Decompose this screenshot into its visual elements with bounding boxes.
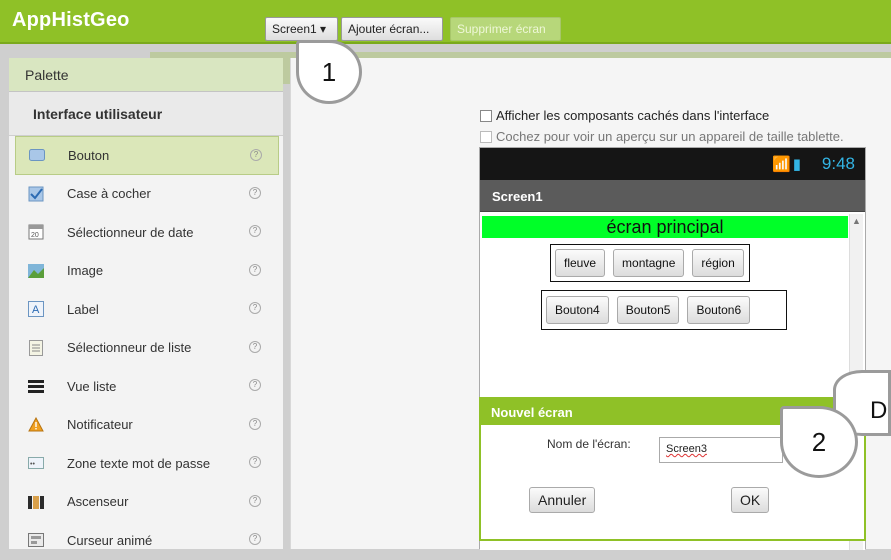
checkbox-icon — [27, 186, 45, 202]
phone-status-bar: 📶▮ 9:48 — [480, 148, 865, 180]
warning-icon — [27, 417, 45, 433]
region-button[interactable]: région — [692, 249, 744, 277]
main-screen-label[interactable]: écran principal — [482, 216, 848, 238]
help-icon[interactable]: ? — [249, 533, 261, 545]
palette-item-date-picker[interactable]: 20 Sélectionneur de date ? — [9, 213, 283, 252]
help-icon[interactable]: ? — [249, 494, 261, 507]
palette-item-image[interactable]: Image ? — [9, 252, 283, 291]
palette-item-label: Curseur animé — [67, 532, 153, 548]
list-view-icon — [27, 378, 45, 394]
image-icon — [27, 263, 45, 279]
show-hidden-checkbox[interactable] — [480, 109, 492, 122]
palette-item-label: Notificateur — [67, 417, 133, 433]
palette-item-label: Image — [67, 263, 104, 279]
top-bar: AppHistGeo Screen1 ▾ Ajouter écran... Su… — [0, 0, 891, 44]
palette-item-label: Bouton — [68, 147, 110, 163]
signal-battery-icon: 📶▮ — [772, 156, 803, 173]
svg-text:20: 20 — [31, 232, 39, 239]
palette-item-label: Case à cocher — [67, 186, 151, 202]
palette-item-password-textbox[interactable]: •• Zone texte mot de passe ? — [9, 444, 283, 483]
palette-item-label: Ascenseur — [67, 494, 129, 510]
password-icon: •• — [27, 455, 45, 471]
palette-category-user-interface[interactable]: Interface utilisateur — [9, 92, 283, 136]
palette-list: Bouton ? Case à cocher ? 20 Sélectionneu… — [9, 136, 283, 560]
palette-item-checkbox[interactable]: Case à cocher ? — [9, 175, 283, 214]
help-icon[interactable]: ? — [249, 186, 261, 199]
help-icon[interactable]: ? — [249, 263, 261, 276]
palette-item-label: Sélectionneur de liste — [67, 340, 192, 356]
callout-d-text: D — [870, 397, 888, 424]
palette-panel: Palette Interface utilisateur Bouton ? C… — [8, 58, 283, 549]
screen-dropdown-button[interactable]: Screen1 ▾ — [265, 17, 338, 41]
bouton4-button[interactable]: Bouton4 — [546, 296, 609, 324]
tablet-preview-checkbox[interactable] — [480, 130, 492, 143]
palette-item-label: Label — [67, 301, 99, 317]
help-icon[interactable]: ? — [249, 379, 261, 391]
app-title: AppHistGeo — [12, 9, 130, 31]
palette-item-animated-spinner[interactable]: Curseur animé ? — [9, 521, 283, 560]
svg-text:••: •• — [30, 461, 35, 468]
cancel-button[interactable]: Annuler — [529, 487, 596, 513]
label-icon: A — [27, 301, 45, 318]
palette-item-list-picker[interactable]: Sélectionneur de liste ? — [9, 329, 283, 368]
remove-screen-button[interactable]: Supprimer écran — [450, 17, 561, 41]
screen-title-bar: Screen1 — [480, 180, 865, 212]
button-icon — [28, 147, 46, 163]
tablet-preview-row[interactable]: Cochez pour voir un aperçu sur un appare… — [480, 129, 844, 144]
callout-2: 2 — [780, 406, 858, 478]
ok-button[interactable]: OK — [731, 487, 770, 513]
palette-header: Palette — [9, 58, 283, 92]
calendar-icon: 20 — [27, 224, 45, 240]
help-icon[interactable]: ? — [249, 340, 261, 353]
horizontal-arrangement-2[interactable]: Bouton4 Bouton5 Bouton6 — [541, 290, 787, 330]
show-hidden-label: Afficher les composants cachés dans l'in… — [496, 108, 770, 123]
callout-1: 1 — [296, 40, 362, 104]
help-icon[interactable]: ? — [249, 302, 261, 314]
scroll-up-arrow-icon[interactable]: ▲ — [852, 216, 861, 226]
palette-item-button[interactable]: Bouton ? — [15, 136, 279, 175]
status-time: 9:48 — [821, 154, 855, 173]
palette-item-label-component[interactable]: A Label ? — [9, 290, 283, 329]
help-icon[interactable]: ? — [250, 149, 262, 161]
palette-item-label: Zone texte mot de passe — [67, 455, 211, 471]
svg-text:A: A — [32, 304, 40, 316]
montagne-button[interactable]: montagne — [613, 249, 685, 277]
palette-item-list-view[interactable]: Vue liste ? — [9, 367, 283, 406]
add-screen-button[interactable]: Ajouter écran... — [341, 17, 443, 41]
screen-name-input[interactable]: Screen3 — [659, 437, 783, 463]
list-picker-icon — [27, 339, 45, 356]
slider-icon — [27, 494, 45, 510]
palette-item-slider[interactable]: Ascenseur ? — [9, 483, 283, 522]
palette-item-label: Vue liste — [67, 378, 117, 394]
show-hidden-components-row[interactable]: Afficher les composants cachés dans l'in… — [480, 108, 769, 123]
horizontal-arrangement-1[interactable]: fleuve montagne région — [550, 244, 750, 282]
bouton5-button[interactable]: Bouton5 — [616, 296, 680, 324]
spinner-icon — [27, 532, 45, 548]
fleuve-button[interactable]: fleuve — [555, 249, 606, 277]
palette-item-label: Sélectionneur de date — [67, 224, 194, 240]
help-icon[interactable]: ? — [249, 417, 261, 430]
palette-item-notifier[interactable]: Notificateur ? — [9, 406, 283, 445]
help-icon[interactable]: ? — [249, 225, 261, 237]
tablet-preview-label: Cochez pour voir un aperçu sur un appare… — [496, 129, 844, 144]
bouton6-button[interactable]: Bouton6 — [687, 296, 751, 324]
help-icon[interactable]: ? — [249, 456, 261, 468]
screen-name-label: Nom de l'écran: — [547, 437, 631, 451]
